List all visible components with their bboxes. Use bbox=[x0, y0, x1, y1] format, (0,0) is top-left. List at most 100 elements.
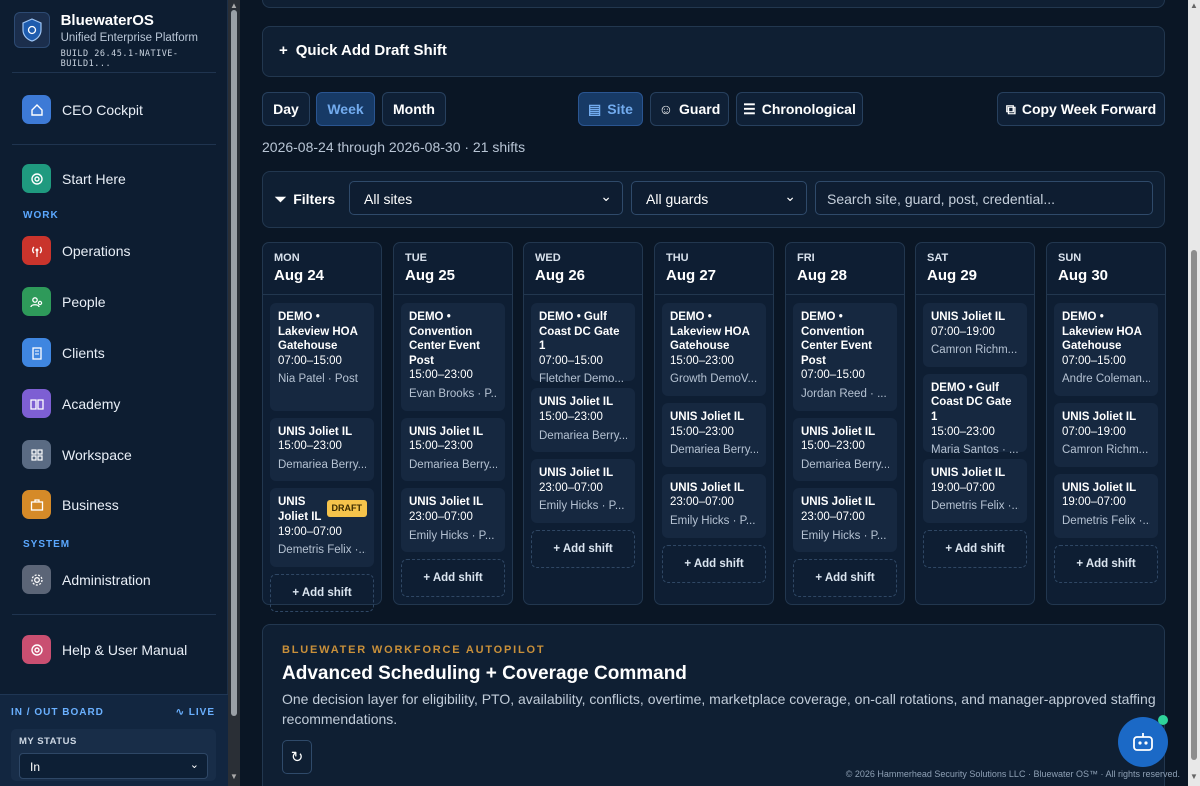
nav-administration[interactable]: Administration bbox=[22, 565, 151, 594]
main-scrollbar[interactable]: ▲ ▼ bbox=[1188, 0, 1200, 786]
shift-card[interactable]: UNIS Joliet IL 15:00–23:00 Demariea Berry.… bbox=[531, 388, 635, 453]
shift-card[interactable]: UNIS Joliet IL 19:00–07:00 Demetris Felix … bbox=[270, 488, 374, 567]
shift-site: UNIS Joliet IL bbox=[670, 481, 745, 494]
shift-guard: Maria Santos · ... bbox=[931, 444, 1019, 457]
scroll-down-arrow[interactable]: ▼ bbox=[230, 772, 238, 781]
shift-site: DEMO • Gulf Coast DC Gate 1 bbox=[539, 311, 620, 353]
quick-add-panel[interactable]: + Quick Add Draft Shift bbox=[262, 26, 1165, 77]
day-name: SAT bbox=[927, 252, 949, 264]
shift-guard: Nia Patel · Post bbox=[278, 373, 358, 386]
shift-card[interactable]: UNIS Joliet IL 07:00–19:00 Camron Richm... bbox=[923, 303, 1027, 367]
shift-card[interactable]: DEMO • Convention Center Event Post 07:00… bbox=[793, 303, 897, 411]
nav-operations[interactable]: Operations bbox=[22, 236, 130, 265]
shift-card[interactable]: DEMO • Gulf Coast DC Gate 1 15:00–23:00 Ma… bbox=[923, 373, 1027, 456]
shift-card[interactable]: UNIS Joliet IL 15:00–23:00 Demariea Berry.… bbox=[662, 403, 766, 467]
scroll-up-arrow[interactable]: ▲ bbox=[1190, 1, 1198, 10]
shift-card[interactable]: DEMO • Lakeview HOA Gatehouse 15:00–23:00… bbox=[662, 303, 766, 396]
guard-filter-select[interactable]: All guards ⌄ bbox=[631, 181, 807, 215]
nav-label: Start Here bbox=[62, 170, 126, 187]
shift-card[interactable]: UNIS Joliet IL 23:00–07:00 Emily Hicks · P… bbox=[531, 459, 635, 523]
status-select[interactable]: In ⌄ bbox=[19, 753, 208, 779]
quick-add-toggle[interactable]: + Quick Add Draft Shift bbox=[279, 42, 447, 59]
build-version: BUILD 26.45.1-NATIVE-BUILD1... bbox=[60, 49, 179, 69]
user-icon: ☺ bbox=[658, 101, 674, 117]
users-icon bbox=[22, 287, 51, 316]
shift-card[interactable]: DEMO • Gulf Coast DC Gate 1 07:00–15:00 Fl… bbox=[531, 303, 635, 385]
scroll-down-arrow[interactable]: ▼ bbox=[1190, 772, 1198, 781]
shift-card[interactable]: DEMO • Convention Center Event Post 15:00… bbox=[401, 303, 505, 411]
shift-card[interactable]: UNIS Joliet IL 15:00–23:00 Demariea Berry.… bbox=[270, 417, 374, 482]
add-shift-button[interactable]: + Add shift bbox=[401, 559, 505, 598]
shift-card[interactable]: UNIS Joliet IL 23:00–07:00 Emily Hicks · P… bbox=[401, 488, 505, 553]
shift-card[interactable]: UNIS Joliet IL 15:00–23:00 Demariea Berry.… bbox=[401, 417, 505, 482]
search-input[interactable]: Search site, guard, post, credential... bbox=[815, 181, 1153, 215]
view-week-button[interactable]: Week bbox=[316, 92, 375, 126]
add-shift-button[interactable]: + Add shift bbox=[793, 559, 897, 598]
day-date: Aug 30 bbox=[1058, 267, 1109, 284]
autopilot-panel: BLUEWATER WORKFORCE AUTOPILOT Advanced S… bbox=[262, 624, 1165, 786]
guard-label: Guard bbox=[679, 101, 721, 117]
shift-time: 23:00–07:00 bbox=[801, 510, 865, 523]
group-site-button[interactable]: ▤ Site bbox=[578, 92, 643, 126]
scroll-up-arrow[interactable]: ▲ bbox=[230, 1, 238, 10]
nav-business[interactable]: Business bbox=[22, 490, 119, 519]
group-guard-button[interactable]: ☺ Guard bbox=[650, 92, 729, 126]
add-shift-button[interactable]: + Add shift bbox=[270, 573, 374, 612]
nav-academy[interactable]: Academy bbox=[22, 389, 120, 418]
shift-site: UNIS Joliet IL bbox=[539, 396, 614, 409]
scrollbar-thumb[interactable] bbox=[231, 10, 237, 716]
shift-site: UNIS Joliet IL bbox=[801, 496, 876, 509]
refresh-icon: ↻ bbox=[290, 749, 304, 766]
view-month-button[interactable]: Month bbox=[382, 92, 446, 126]
shift-card[interactable]: UNIS Joliet IL 23:00–07:00 Emily Hicks · P… bbox=[793, 488, 897, 553]
main-content: + Quick Add Draft Shift Day Week Month ▤… bbox=[240, 0, 1188, 786]
day-column-wed: WED Aug 26 DEMO • Gulf Coast DC Gate 1 07:0… bbox=[523, 242, 643, 605]
nav-help[interactable]: Help & User Manual bbox=[22, 635, 187, 664]
add-shift-button[interactable]: + Add shift bbox=[531, 530, 635, 568]
shift-card[interactable]: UNIS Joliet IL 23:00–07:00 Emily Hicks · P… bbox=[662, 473, 766, 538]
shield-logo-icon bbox=[14, 12, 50, 48]
shift-card[interactable]: UNIS Joliet IL 15:00–23:00 Demariea Berry.… bbox=[793, 417, 897, 482]
shift-guard: Camron Richm... bbox=[1062, 444, 1149, 457]
nav-workspace[interactable]: Workspace bbox=[22, 440, 132, 469]
nav-clients[interactable]: Clients bbox=[22, 338, 105, 367]
home-icon bbox=[22, 95, 51, 124]
my-status-label: MY STATUS bbox=[19, 736, 77, 747]
day-header: TUE Aug 25 bbox=[394, 243, 512, 295]
group-chronological-button[interactable]: ☰ Chronological bbox=[736, 92, 863, 126]
add-shift-button[interactable]: + Add shift bbox=[1054, 544, 1158, 583]
site-filter-select[interactable]: All sites ⌄ bbox=[349, 181, 623, 215]
nav-start-here[interactable]: Start Here bbox=[22, 164, 126, 193]
add-shift-button[interactable]: + Add shift bbox=[923, 530, 1027, 568]
sidebar-scrollbar[interactable]: ▲ ▼ bbox=[228, 0, 240, 786]
chrono-label: Chronological bbox=[761, 101, 856, 117]
scrollbar-thumb[interactable] bbox=[1191, 250, 1197, 760]
shift-card[interactable]: UNIS Joliet IL 07:00–19:00 Camron Richm... bbox=[1054, 403, 1158, 467]
footer-copyright: © 2026 Hammerhead Security Solutions LLC… bbox=[845, 769, 1180, 779]
day-name: WED bbox=[535, 252, 561, 264]
filter-icon: ⏷ bbox=[275, 191, 287, 207]
shift-card[interactable]: DEMO • Lakeview HOA Gatehouse 07:00–15:00… bbox=[1054, 303, 1158, 396]
shift-card[interactable]: UNIS Joliet IL 19:00–07:00 Demetris Felix … bbox=[923, 459, 1027, 523]
shift-site: DEMO • Convention Center Event Post bbox=[409, 311, 480, 367]
day-header: WED Aug 26 bbox=[524, 243, 642, 295]
view-day-button[interactable]: Day bbox=[262, 92, 310, 126]
brand-title: BluewaterOS bbox=[60, 12, 154, 29]
shift-guard: Demariea Berry... bbox=[409, 458, 497, 471]
filters-label: ⏷ Filters bbox=[275, 191, 335, 208]
shift-guard: Evan Brooks · P... bbox=[409, 387, 497, 400]
nav-ceo-cockpit[interactable]: CEO Cockpit bbox=[22, 95, 143, 124]
site-filter-value: All sites bbox=[364, 191, 413, 207]
shift-site: UNIS Joliet IL bbox=[1062, 481, 1137, 494]
shift-guard: Emily Hicks · P... bbox=[539, 500, 625, 513]
copy-week-forward-button[interactable]: ⧉ Copy Week Forward bbox=[997, 92, 1165, 126]
nav-people[interactable]: People bbox=[22, 287, 106, 316]
shift-card[interactable]: DEMO • Lakeview HOA Gatehouse 07:00–15:00… bbox=[270, 303, 374, 411]
refresh-button[interactable]: ↻ bbox=[282, 740, 312, 774]
day-column-sat: SAT Aug 29 UNIS Joliet IL 07:00–19:00 Camron… bbox=[915, 242, 1035, 605]
day-name: THU bbox=[666, 252, 689, 264]
add-shift-button[interactable]: + Add shift bbox=[662, 544, 766, 583]
shift-card[interactable]: UNIS Joliet IL 19:00–07:00 Demetris Felix … bbox=[1054, 473, 1158, 538]
day-name: FRI bbox=[797, 252, 815, 264]
nav-label: Workspace bbox=[62, 446, 132, 463]
